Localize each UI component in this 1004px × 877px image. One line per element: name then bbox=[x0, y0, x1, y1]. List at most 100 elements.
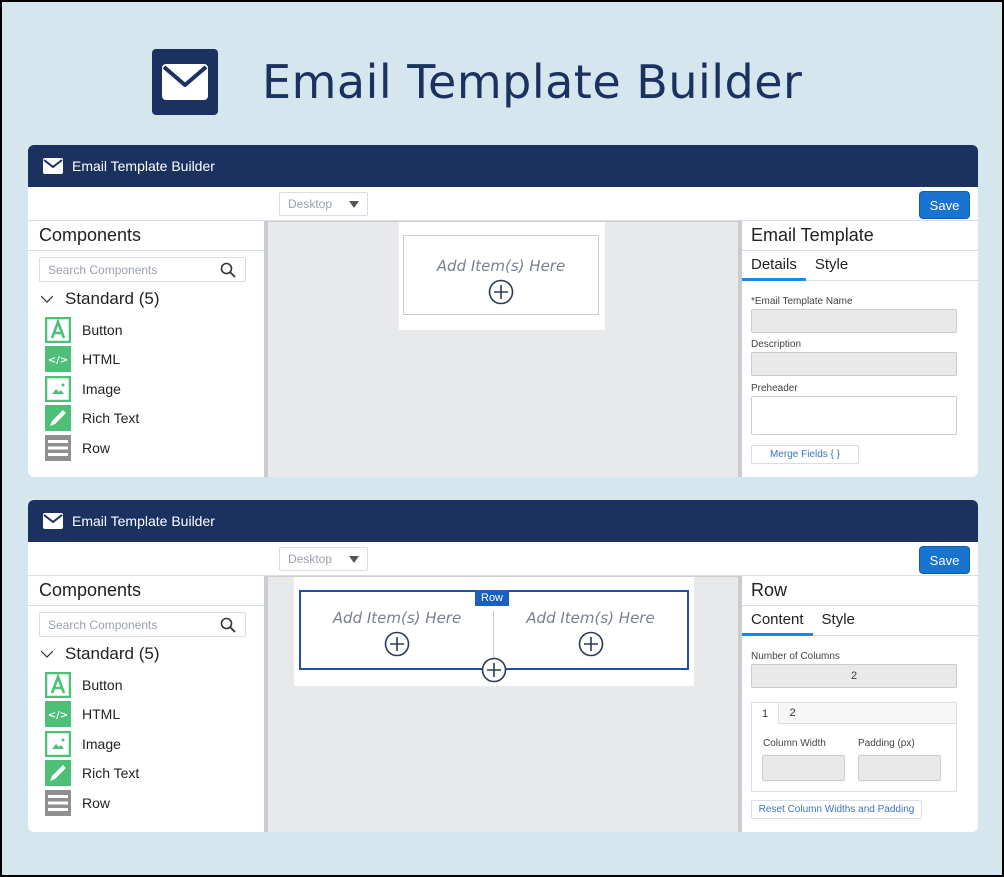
hero-title: Email Template Builder bbox=[262, 55, 803, 109]
standard-group-toggle[interactable]: Standard (5) bbox=[39, 644, 160, 664]
component-label: Rich Text bbox=[82, 410, 140, 427]
builder-panel-row: Email Template Builder Desktop Save Comp… bbox=[28, 500, 978, 832]
svg-text:</>: </> bbox=[48, 355, 68, 366]
dropzone-column-2[interactable]: Add Item(s) Here bbox=[494, 592, 687, 668]
component-label: Rich Text bbox=[82, 765, 140, 782]
save-button[interactable]: Save bbox=[919, 546, 970, 574]
component-label: Image bbox=[82, 735, 121, 752]
column-width-label: Column Width bbox=[763, 738, 826, 749]
component-label: Row bbox=[82, 439, 111, 456]
row-icon bbox=[45, 789, 71, 816]
search-components-input[interactable]: Search Components bbox=[39, 257, 246, 282]
add-item-icon[interactable] bbox=[384, 631, 410, 657]
column-width-input[interactable] bbox=[762, 755, 845, 781]
merge-fields-button[interactable]: Merge Fields { } bbox=[751, 445, 859, 464]
search-components-input[interactable]: Search Components bbox=[39, 612, 246, 637]
properties-tabs: Content Style bbox=[742, 606, 978, 636]
description-input[interactable] bbox=[751, 352, 957, 376]
padding-input[interactable] bbox=[858, 755, 941, 781]
device-select[interactable]: Desktop bbox=[279, 547, 368, 571]
component-item-rich-text[interactable]: Rich Text bbox=[45, 404, 139, 434]
envelope-icon bbox=[152, 49, 218, 115]
envelope-icon bbox=[42, 157, 64, 175]
svg-text:</>: </> bbox=[48, 710, 68, 721]
search-placeholder: Search Components bbox=[48, 262, 158, 277]
properties-panel: Row Content Style Number of Columns 2 1 … bbox=[738, 576, 978, 832]
dropzone[interactable]: Add Item(s) Here bbox=[403, 235, 599, 315]
component-label: Button bbox=[82, 676, 123, 693]
tab-details[interactable]: Details bbox=[742, 251, 806, 281]
tab-content[interactable]: Content bbox=[742, 606, 813, 636]
email-canvas: Row Add Item(s) Here Add Item(s) Here bbox=[268, 576, 738, 832]
image-icon bbox=[45, 730, 71, 757]
padding-label: Padding (px) bbox=[858, 738, 915, 749]
component-item-button[interactable]: Button bbox=[45, 315, 139, 345]
chevron-down-icon bbox=[41, 295, 53, 303]
save-button[interactable]: Save bbox=[919, 191, 970, 219]
hero-banner: Email Template Builder bbox=[152, 48, 802, 116]
components-title: Components bbox=[28, 221, 264, 251]
tab-style[interactable]: Style bbox=[813, 606, 864, 635]
component-label: Image bbox=[82, 380, 121, 397]
caret-down-icon bbox=[349, 201, 359, 208]
field-label-description: Description bbox=[751, 339, 802, 350]
component-label: HTML bbox=[82, 351, 121, 368]
rich-text-icon bbox=[45, 405, 71, 432]
column-tab-2[interactable]: 2 bbox=[779, 703, 806, 723]
component-item-image[interactable]: Image bbox=[45, 374, 139, 404]
rich-text-icon bbox=[45, 760, 71, 787]
button-icon bbox=[45, 316, 71, 343]
component-item-image[interactable]: Image bbox=[45, 729, 139, 759]
add-row-icon[interactable] bbox=[481, 657, 507, 683]
field-label-number-of-columns: Number of Columns bbox=[751, 651, 840, 662]
components-title: Components bbox=[28, 576, 264, 606]
properties-panel: Email Template Details Style *Email Temp… bbox=[738, 221, 978, 477]
field-label-preheader: Preheader bbox=[751, 383, 798, 394]
component-item-rich-text[interactable]: Rich Text bbox=[45, 759, 139, 789]
app-header: Email Template Builder bbox=[28, 500, 978, 542]
app-title: Email Template Builder bbox=[72, 513, 215, 529]
search-icon[interactable] bbox=[220, 617, 236, 636]
canvas-content-area: Row Add Item(s) Here Add Item(s) Here bbox=[294, 577, 694, 686]
standard-group-toggle[interactable]: Standard (5) bbox=[39, 289, 160, 309]
email-canvas: Add Item(s) Here bbox=[268, 221, 738, 477]
toolbar: Desktop Save bbox=[28, 542, 978, 576]
image-icon bbox=[45, 375, 71, 402]
component-item-html[interactable]: </> HTML bbox=[45, 700, 139, 730]
reset-column-widths-button[interactable]: Reset Column Widths and Padding bbox=[751, 800, 922, 819]
dropzone-label: Add Item(s) Here bbox=[526, 609, 655, 627]
search-icon[interactable] bbox=[220, 262, 236, 281]
button-icon bbox=[45, 671, 71, 698]
device-select-value: Desktop bbox=[288, 552, 333, 566]
caret-down-icon bbox=[349, 556, 359, 563]
add-item-icon[interactable] bbox=[488, 279, 514, 305]
group-label: Standard (5) bbox=[65, 644, 160, 663]
component-label: HTML bbox=[82, 706, 121, 723]
column-tab-1[interactable]: 1 bbox=[752, 703, 779, 724]
html-icon: </> bbox=[45, 701, 71, 728]
search-placeholder: Search Components bbox=[48, 617, 158, 632]
components-panel: Components Search Components Standard (5… bbox=[28, 221, 268, 477]
dropzone-column-1[interactable]: Add Item(s) Here bbox=[301, 592, 493, 668]
add-item-icon[interactable] bbox=[578, 631, 604, 657]
tab-style[interactable]: Style bbox=[806, 251, 857, 280]
canvas-content-area: Add Item(s) Here bbox=[399, 222, 605, 330]
envelope-icon bbox=[42, 512, 64, 530]
component-label: Row bbox=[82, 794, 111, 811]
device-select-value: Desktop bbox=[288, 197, 333, 211]
field-label-template-name: *Email Template Name bbox=[751, 296, 853, 307]
properties-title: Row bbox=[742, 576, 978, 606]
component-item-html[interactable]: </> HTML bbox=[45, 345, 139, 375]
component-item-button[interactable]: Button bbox=[45, 670, 139, 700]
app-title: Email Template Builder bbox=[72, 158, 215, 174]
components-panel: Components Search Components Standard (5… bbox=[28, 576, 268, 832]
row-icon bbox=[45, 434, 71, 461]
template-name-input[interactable] bbox=[751, 309, 957, 333]
preheader-textarea[interactable] bbox=[751, 396, 957, 435]
html-icon: </> bbox=[45, 346, 71, 373]
component-item-row[interactable]: Row bbox=[45, 433, 139, 463]
device-select[interactable]: Desktop bbox=[279, 192, 368, 216]
component-item-row[interactable]: Row bbox=[45, 788, 139, 818]
dropzone-label: Add Item(s) Here bbox=[436, 257, 566, 275]
number-of-columns-input[interactable]: 2 bbox=[751, 664, 957, 688]
